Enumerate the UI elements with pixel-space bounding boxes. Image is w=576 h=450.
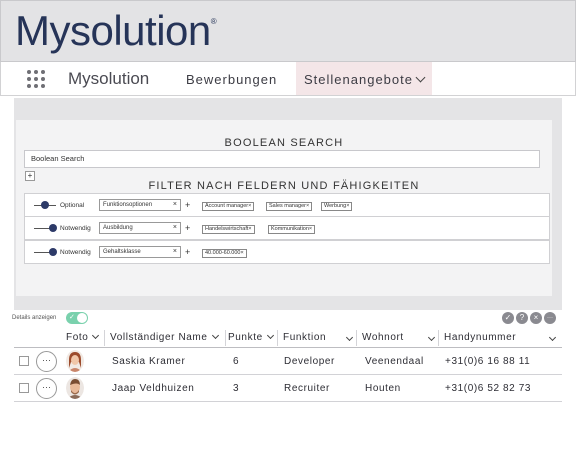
chevron-down-icon[interactable] — [345, 333, 354, 342]
brand-header: Mysolution® — [0, 0, 576, 62]
candidate-city: Houten — [365, 383, 401, 394]
filter-chip[interactable]: 40.000-60.000× — [202, 249, 247, 258]
candidate-score: 3 — [233, 383, 240, 394]
row-menu-button[interactable]: ··· — [36, 351, 57, 372]
check-icon[interactable]: ✓ — [502, 312, 514, 324]
nav-item-stellenangebote[interactable]: Stellenangebote — [296, 62, 432, 95]
column-divider — [225, 330, 226, 346]
add-chip-button[interactable]: + — [185, 247, 190, 257]
row-checkbox[interactable] — [19, 383, 29, 393]
column-divider — [356, 330, 357, 346]
clear-icon[interactable]: × — [173, 201, 177, 208]
brand-logo: Mysolution® — [15, 7, 217, 54]
filter-section-title: FILTER NACH FELDERN UND FÄHIGKEITEN — [148, 180, 420, 192]
candidate-city: Veenendaal — [365, 356, 424, 367]
filter-chip[interactable]: Sales manager× — [266, 202, 313, 211]
priority-slider-handle[interactable] — [49, 224, 57, 232]
column-divider — [277, 330, 278, 346]
clear-icon[interactable]: × — [173, 248, 177, 255]
boolean-search-title: BOOLEAN SEARCH — [224, 137, 344, 149]
candidate-phone: +31(0)6 52 82 73 — [445, 383, 532, 394]
chevron-down-icon[interactable] — [548, 333, 557, 342]
avatar — [66, 377, 84, 399]
chevron-down-icon[interactable] — [427, 333, 436, 342]
table-row[interactable]: ··· Jaap Veldhuizen 3 Recruiter Houten +… — [14, 375, 562, 402]
close-icon[interactable]: × — [530, 312, 542, 324]
nav-item-bewerbungen[interactable]: Bewerbungen — [186, 72, 277, 87]
add-chip-button[interactable]: + — [185, 200, 190, 210]
details-toggle[interactable]: ✓ — [66, 312, 88, 324]
priority-slider-handle[interactable] — [49, 248, 57, 256]
column-header-funktion[interactable]: Funktion — [283, 332, 326, 343]
row-menu-button[interactable]: ··· — [36, 378, 57, 399]
filter-row: Notwendig Gehaltsklasse × + 40.000-60.000… — [24, 240, 550, 264]
column-divider — [104, 330, 105, 346]
candidate-name: Jaap Veldhuizen — [112, 383, 195, 394]
top-nav: Mysolution Bewerbungen Stellenangebote — [0, 62, 576, 96]
filter-chip[interactable]: Account manager× — [202, 202, 255, 211]
candidate-function: Developer — [284, 356, 335, 367]
column-header-name[interactable]: Vollständiger Name — [110, 331, 219, 343]
filter-row: Optional Funktionsoptionen × + Account ma… — [24, 193, 550, 217]
add-chip-button[interactable]: + — [185, 223, 190, 233]
column-header-wohnort[interactable]: Wohnort — [362, 332, 404, 343]
table-row[interactable]: ··· Saskia Kramer 6 Developer Veenendaal… — [14, 348, 562, 375]
field-select[interactable]: Gehaltsklasse × — [99, 246, 181, 258]
chevron-down-icon — [211, 331, 219, 340]
toggle-knob — [77, 313, 87, 323]
priority-label: Notwendig — [60, 249, 91, 256]
priority-label: Notwendig — [60, 225, 91, 232]
chevron-down-icon — [415, 72, 426, 83]
candidate-phone: +31(0)6 16 88 11 — [445, 356, 531, 367]
filter-chip[interactable]: Handelswirtschaft× — [202, 225, 255, 234]
help-icon[interactable]: ? — [516, 312, 528, 324]
candidate-score: 6 — [233, 356, 240, 367]
priority-label: Optional — [60, 202, 85, 209]
boolean-search-input[interactable]: Boolean Search — [24, 150, 540, 168]
filter-chip[interactable]: Kommunikation× — [268, 225, 316, 234]
app-title: Mysolution — [68, 69, 150, 88]
check-icon: ✓ — [69, 314, 75, 321]
chevron-down-icon — [266, 331, 274, 340]
more-icon[interactable]: ··· — [544, 312, 556, 324]
chevron-down-icon — [92, 331, 100, 340]
app-launcher-icon[interactable] — [27, 70, 45, 88]
filter-chip[interactable]: Werbung× — [321, 202, 353, 211]
table-header: Foto Vollständiger Name Punkte Funktion … — [14, 328, 562, 348]
row-checkbox[interactable] — [19, 356, 29, 366]
candidate-function: Recruiter — [284, 383, 330, 394]
column-header-foto[interactable]: Foto — [66, 331, 100, 343]
field-select[interactable]: Ausbildung × — [99, 222, 181, 234]
priority-slider-handle[interactable] — [41, 201, 49, 209]
filter-row: Notwendig Ausbildung × + Handelswirtschaf… — [24, 216, 550, 240]
candidate-name: Saskia Kramer — [112, 356, 186, 367]
avatar — [66, 350, 84, 372]
clear-icon[interactable]: × — [173, 224, 177, 231]
details-toggle-label: Details anzeigen — [12, 315, 57, 321]
field-select[interactable]: Funktionsoptionen × — [99, 199, 181, 211]
column-divider — [438, 330, 439, 346]
column-header-handynummer[interactable]: Handynummer — [444, 332, 516, 343]
column-header-punkte[interactable]: Punkte — [228, 331, 274, 343]
